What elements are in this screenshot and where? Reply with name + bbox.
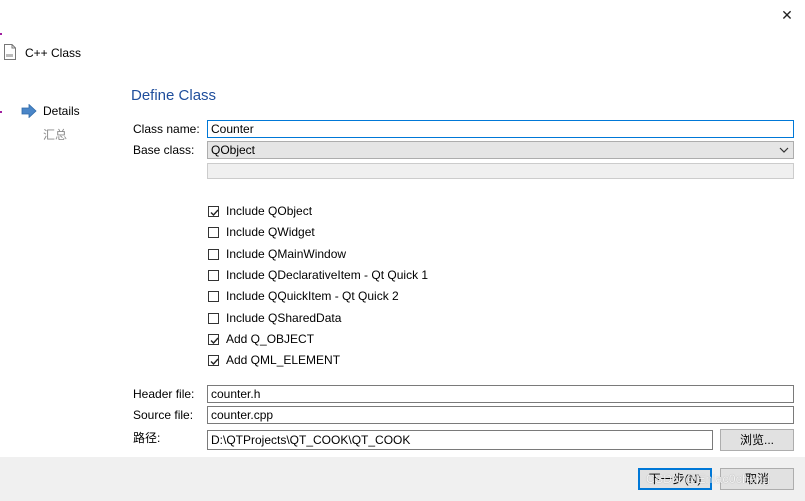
class-name-label: Class name: [133,122,200,136]
option-row[interactable]: Include QObject [208,203,312,219]
option-row[interactable]: Include QMainWindow [208,246,346,262]
option-row[interactable]: Include QQuickItem - Qt Quick 2 [208,288,399,304]
checkbox[interactable] [208,205,219,217]
nav-step-summary: 汇总 [43,128,68,142]
option-label: Add Q_OBJECT [226,332,315,346]
checkbox[interactable] [208,226,219,238]
checkbox[interactable] [208,312,219,324]
checkmark-icon [210,337,219,344]
option-label: Add QML_ELEMENT [226,353,341,367]
option-row[interactable]: Add QML_ELEMENT [208,352,340,368]
option-label: Include QSharedData [226,311,342,325]
option-label: Include QDeclarativeItem - Qt Quick 1 [226,268,429,282]
edge-mark [0,111,2,113]
close-button[interactable]: ✕ [770,2,804,28]
checkbox[interactable] [208,248,219,260]
source-file-input[interactable]: counter.cpp [207,406,794,424]
base-class-label: Base class: [133,143,195,157]
option-row[interactable]: Include QDeclarativeItem - Qt Quick 1 [208,267,428,283]
disabled-field [207,163,794,179]
option-row[interactable]: Include QSharedData [208,310,341,326]
edge-mark [0,33,2,35]
source-file-label: Source file: [133,408,194,422]
option-row[interactable]: Add Q_OBJECT [208,331,314,347]
checkbox[interactable] [208,333,219,345]
close-icon: ✕ [781,6,793,23]
option-label: Include QMainWindow [226,247,347,261]
base-class-value: QObject [211,143,256,157]
option-row[interactable]: Include QWidget [208,224,315,240]
header-file-label: Header file: [133,387,195,401]
document-icon [4,44,16,60]
path-label: 路径: [133,431,161,445]
nav-step-details: Details [43,104,80,118]
chevron-down-icon [779,142,789,162]
path-input[interactable]: D:\QTProjects\QT_COOK\QT_COOK [207,430,713,450]
watermark: CSDN @Eniac0cheng [646,472,771,486]
page-title: Define Class [131,87,217,104]
browse-button[interactable]: 浏览... [720,429,794,451]
wizard-title: C++ Class [25,46,82,60]
checkmark-icon [210,209,219,216]
option-label: Include QQuickItem - Qt Quick 2 [226,289,399,303]
checkbox[interactable] [208,290,219,302]
option-label: Include QWidget [226,225,315,239]
base-class-select[interactable]: QObject [207,141,794,159]
checkmark-icon [210,358,219,365]
current-step-arrow-icon [21,103,37,121]
class-name-input[interactable]: Counter [207,120,794,138]
option-label: Include QObject [226,204,313,218]
checkbox[interactable] [208,269,219,281]
checkbox[interactable] [208,354,219,366]
header-file-input[interactable]: counter.h [207,385,794,403]
